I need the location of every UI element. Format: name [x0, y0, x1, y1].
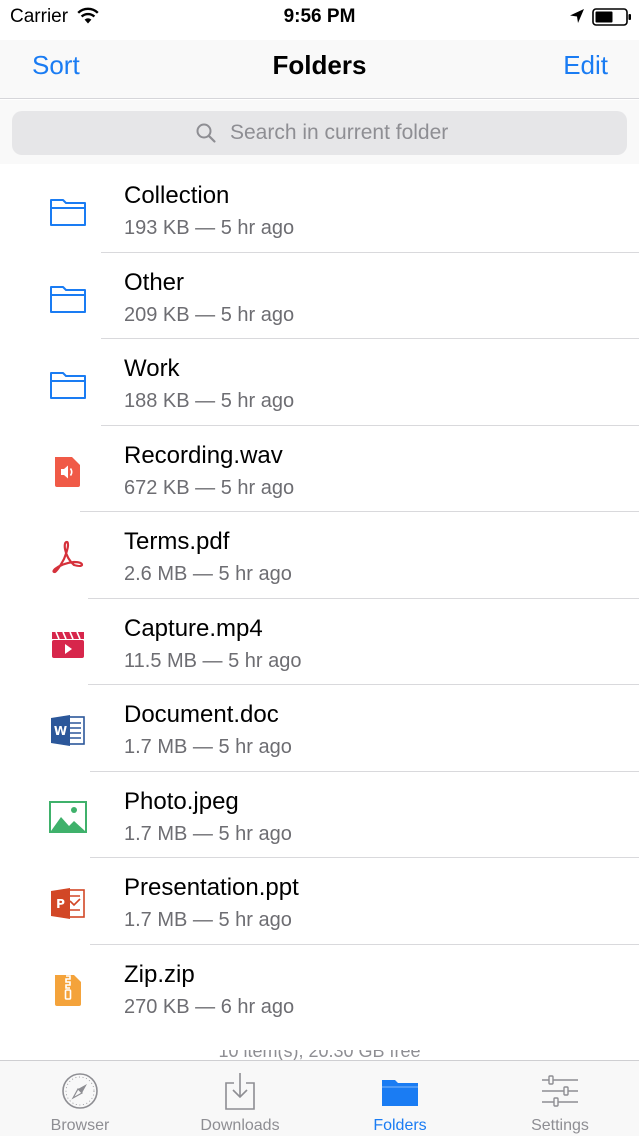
file-name: Zip.zip — [124, 960, 195, 988]
edit-button[interactable]: Edit — [563, 50, 608, 81]
list-item[interactable]: Zip.zip 270 KB — 6 hr ago — [0, 945, 639, 1032]
file-name: Photo.jpeg — [124, 787, 239, 815]
status-time: 9:56 PM — [283, 6, 356, 27]
video-file-icon — [52, 631, 84, 658]
sort-button[interactable]: Sort — [32, 50, 80, 81]
battery-icon — [592, 8, 631, 26]
image-file-icon — [49, 800, 87, 833]
audio-file-icon — [55, 456, 80, 487]
pdf-file-icon — [52, 540, 84, 574]
folder-icon — [50, 199, 86, 226]
tab-folders[interactable]: Folders — [320, 1061, 480, 1136]
svg-text:W: W — [54, 724, 67, 738]
search-icon — [196, 123, 216, 143]
file-name: Presentation.ppt — [124, 874, 299, 901]
list-item[interactable]: Collection 193 KB — 5 hr ago — [0, 166, 639, 253]
file-meta: 11.5 MB — 5 hr ago — [124, 649, 302, 672]
sliders-icon — [542, 1075, 578, 1107]
file-name: Capture.mp4 — [124, 614, 263, 642]
tab-downloads[interactable]: Downloads — [160, 1061, 320, 1136]
file-name: Terms.pdf — [124, 528, 230, 555]
powerpoint-file-icon: P — [51, 888, 85, 919]
folder-icon — [50, 372, 86, 399]
tab-browser[interactable]: Browser — [0, 1061, 160, 1136]
compass-icon — [62, 1073, 98, 1109]
tab-label: Settings — [531, 1117, 589, 1134]
file-name: Other — [124, 268, 185, 296]
file-name: Collection — [124, 182, 230, 209]
list-item[interactable]: Photo.jpeg 1.7 MB — 5 hr ago — [0, 772, 639, 858]
svg-text:P: P — [56, 897, 65, 911]
search-area: Search in current folder — [0, 100, 639, 164]
download-tray-icon — [225, 1073, 255, 1110]
file-meta: 672 KB — 5 hr ago — [124, 476, 295, 499]
file-name: Work — [124, 355, 180, 382]
list-item[interactable]: W Document.doc 1.7 MB — 5 hr ago — [0, 685, 639, 772]
tab-label: Browser — [50, 1117, 110, 1134]
file-name: Document.doc — [124, 701, 279, 728]
tab-label: Downloads — [200, 1117, 280, 1134]
file-meta: 188 KB — 5 hr ago — [124, 390, 295, 412]
file-name: Recording.wav — [124, 441, 283, 469]
page-title: Folders — [272, 50, 367, 80]
status-bar: Carrier 9:56 PM — [0, 0, 639, 40]
list-item[interactable]: Work 188 KB — 5 hr ago — [0, 339, 639, 426]
file-meta: 1.7 MB — 5 hr ago — [124, 822, 292, 845]
file-meta: 270 KB — 6 hr ago — [124, 995, 295, 1018]
list-item[interactable]: Other 209 KB — 5 hr ago — [0, 253, 639, 339]
zip-file-icon — [55, 974, 81, 1006]
tab-bar: Browser Downloads Folders Settings — [0, 1060, 639, 1136]
file-meta: 1.7 MB — 5 hr ago — [124, 736, 292, 758]
file-meta: 1.7 MB — 5 hr ago — [124, 909, 292, 931]
folder-icon — [50, 285, 86, 313]
list-item[interactable]: Capture.mp4 11.5 MB — 5 hr ago — [0, 599, 639, 685]
file-meta: 2.6 MB — 5 hr ago — [124, 563, 292, 585]
tab-settings[interactable]: Settings — [480, 1061, 639, 1136]
search-input[interactable]: Search in current folder — [12, 111, 627, 155]
list-item[interactable]: Terms.pdf 2.6 MB — 5 hr ago — [0, 512, 639, 599]
list-item[interactable]: Recording.wav 672 KB — 5 hr ago — [0, 426, 639, 512]
file-list: Collection 193 KB — 5 hr ago Other 209 K… — [0, 166, 639, 1031]
tab-label: Folders — [373, 1117, 427, 1134]
word-file-icon: W — [51, 715, 85, 746]
folder-filled-icon — [382, 1080, 418, 1106]
file-meta: 193 KB — 5 hr ago — [124, 217, 295, 239]
file-meta: 209 KB — 5 hr ago — [124, 303, 295, 326]
location-arrow-icon — [570, 9, 584, 23]
search-placeholder: Search in current folder — [230, 121, 449, 144]
navigation-bar: Folders Sort Edit — [0, 40, 639, 99]
list-item[interactable]: P Presentation.ppt 1.7 MB — 5 hr ago — [0, 858, 639, 945]
